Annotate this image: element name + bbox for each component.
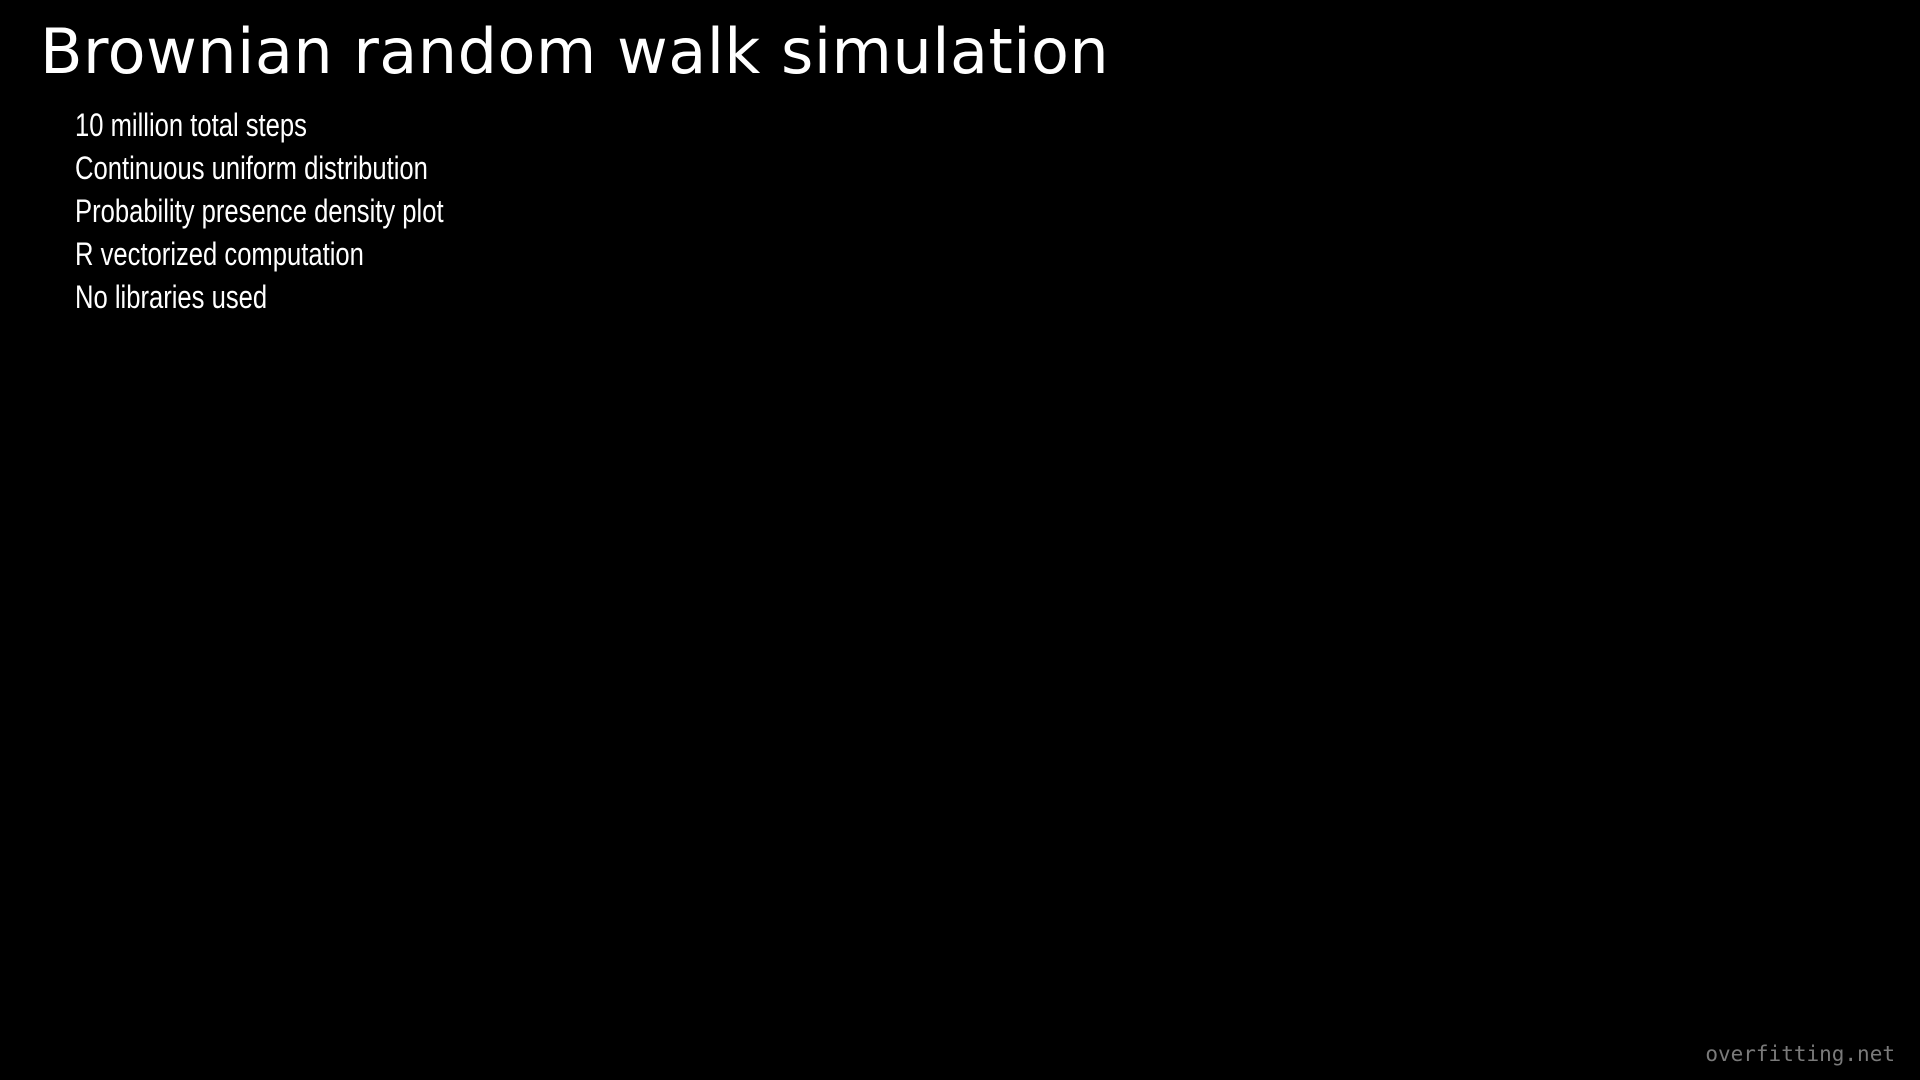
bullet-list: 10 million total steps Continuous unifor…: [75, 104, 536, 319]
bullet-item-vectorized: R vectorized computation: [75, 236, 364, 272]
slide-title: Brownian random walk simulation: [40, 15, 1110, 88]
bullet-item-no-libraries: No libraries used: [75, 279, 268, 315]
bullet-item-steps: 10 million total steps: [75, 107, 307, 143]
bullet-item-density-plot: Probability presence density plot: [75, 193, 444, 229]
bullet-item-distribution: Continuous uniform distribution: [75, 150, 428, 186]
slide: Brownian random walk simulation 10 milli…: [0, 0, 1920, 1080]
watermark-text: overfitting.net: [1705, 1042, 1895, 1066]
